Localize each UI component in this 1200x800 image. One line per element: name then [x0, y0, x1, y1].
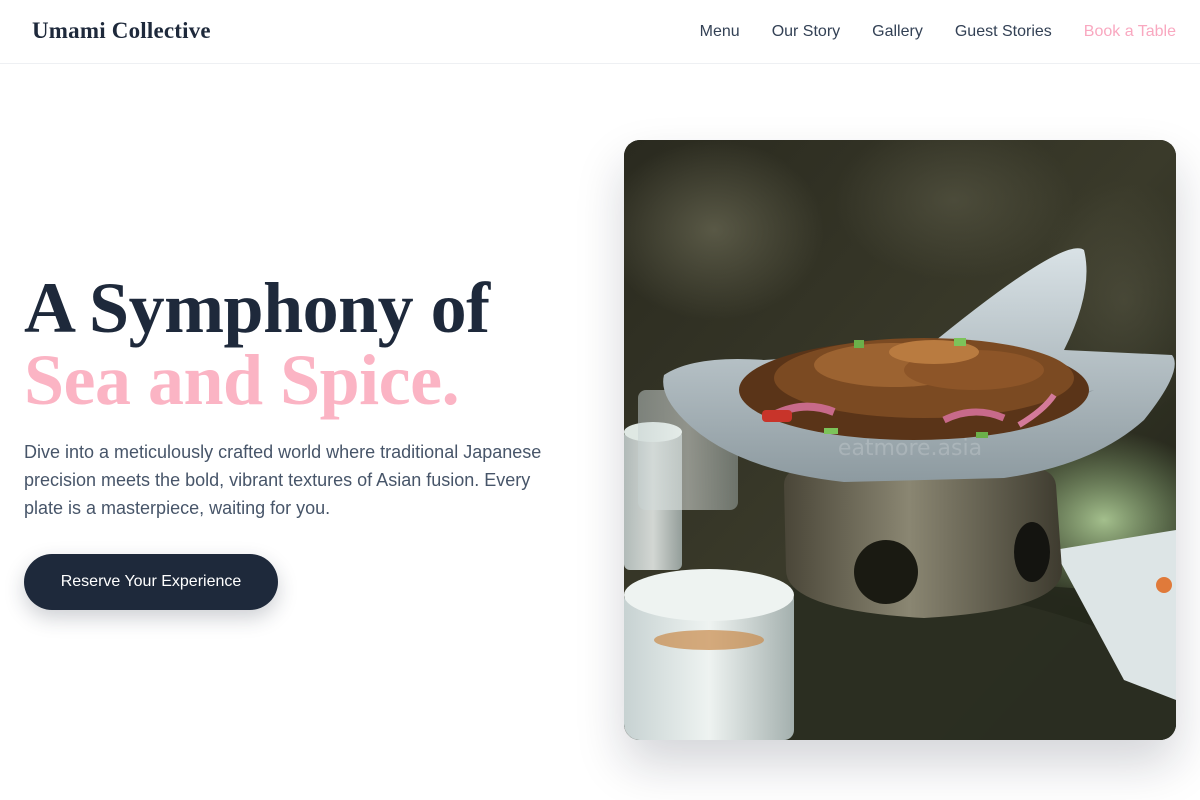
nav-link-our-story[interactable]: Our Story — [772, 20, 840, 44]
nav-link-menu[interactable]: Menu — [700, 20, 740, 44]
hero-title: A Symphony of Sea and Spice. — [24, 272, 490, 416]
nav-link-gallery[interactable]: Gallery — [872, 20, 923, 44]
food-photo-illustration: eatmore.asia — [624, 140, 1176, 740]
main-nav: Menu Our Story Gallery Guest Stories Boo… — [668, 20, 1176, 44]
reserve-button[interactable]: Reserve Your Experience — [24, 554, 278, 610]
hero-food-image: eatmore.asia — [624, 140, 1176, 740]
hero-description: Dive into a meticulously crafted world w… — [24, 442, 542, 518]
hero-title-line2: Sea and Spice. — [24, 340, 460, 420]
hero-title-line1: A Symphony of — [24, 268, 490, 348]
image-watermark: eatmore.asia — [838, 436, 982, 461]
site-header: Umami Collective Menu Our Story Gallery … — [0, 0, 1200, 64]
nav-link-guest-stories[interactable]: Guest Stories — [955, 20, 1052, 44]
brand-logo[interactable]: Umami Collective — [32, 18, 211, 44]
book-table-link[interactable]: Book a Table — [1084, 20, 1176, 44]
